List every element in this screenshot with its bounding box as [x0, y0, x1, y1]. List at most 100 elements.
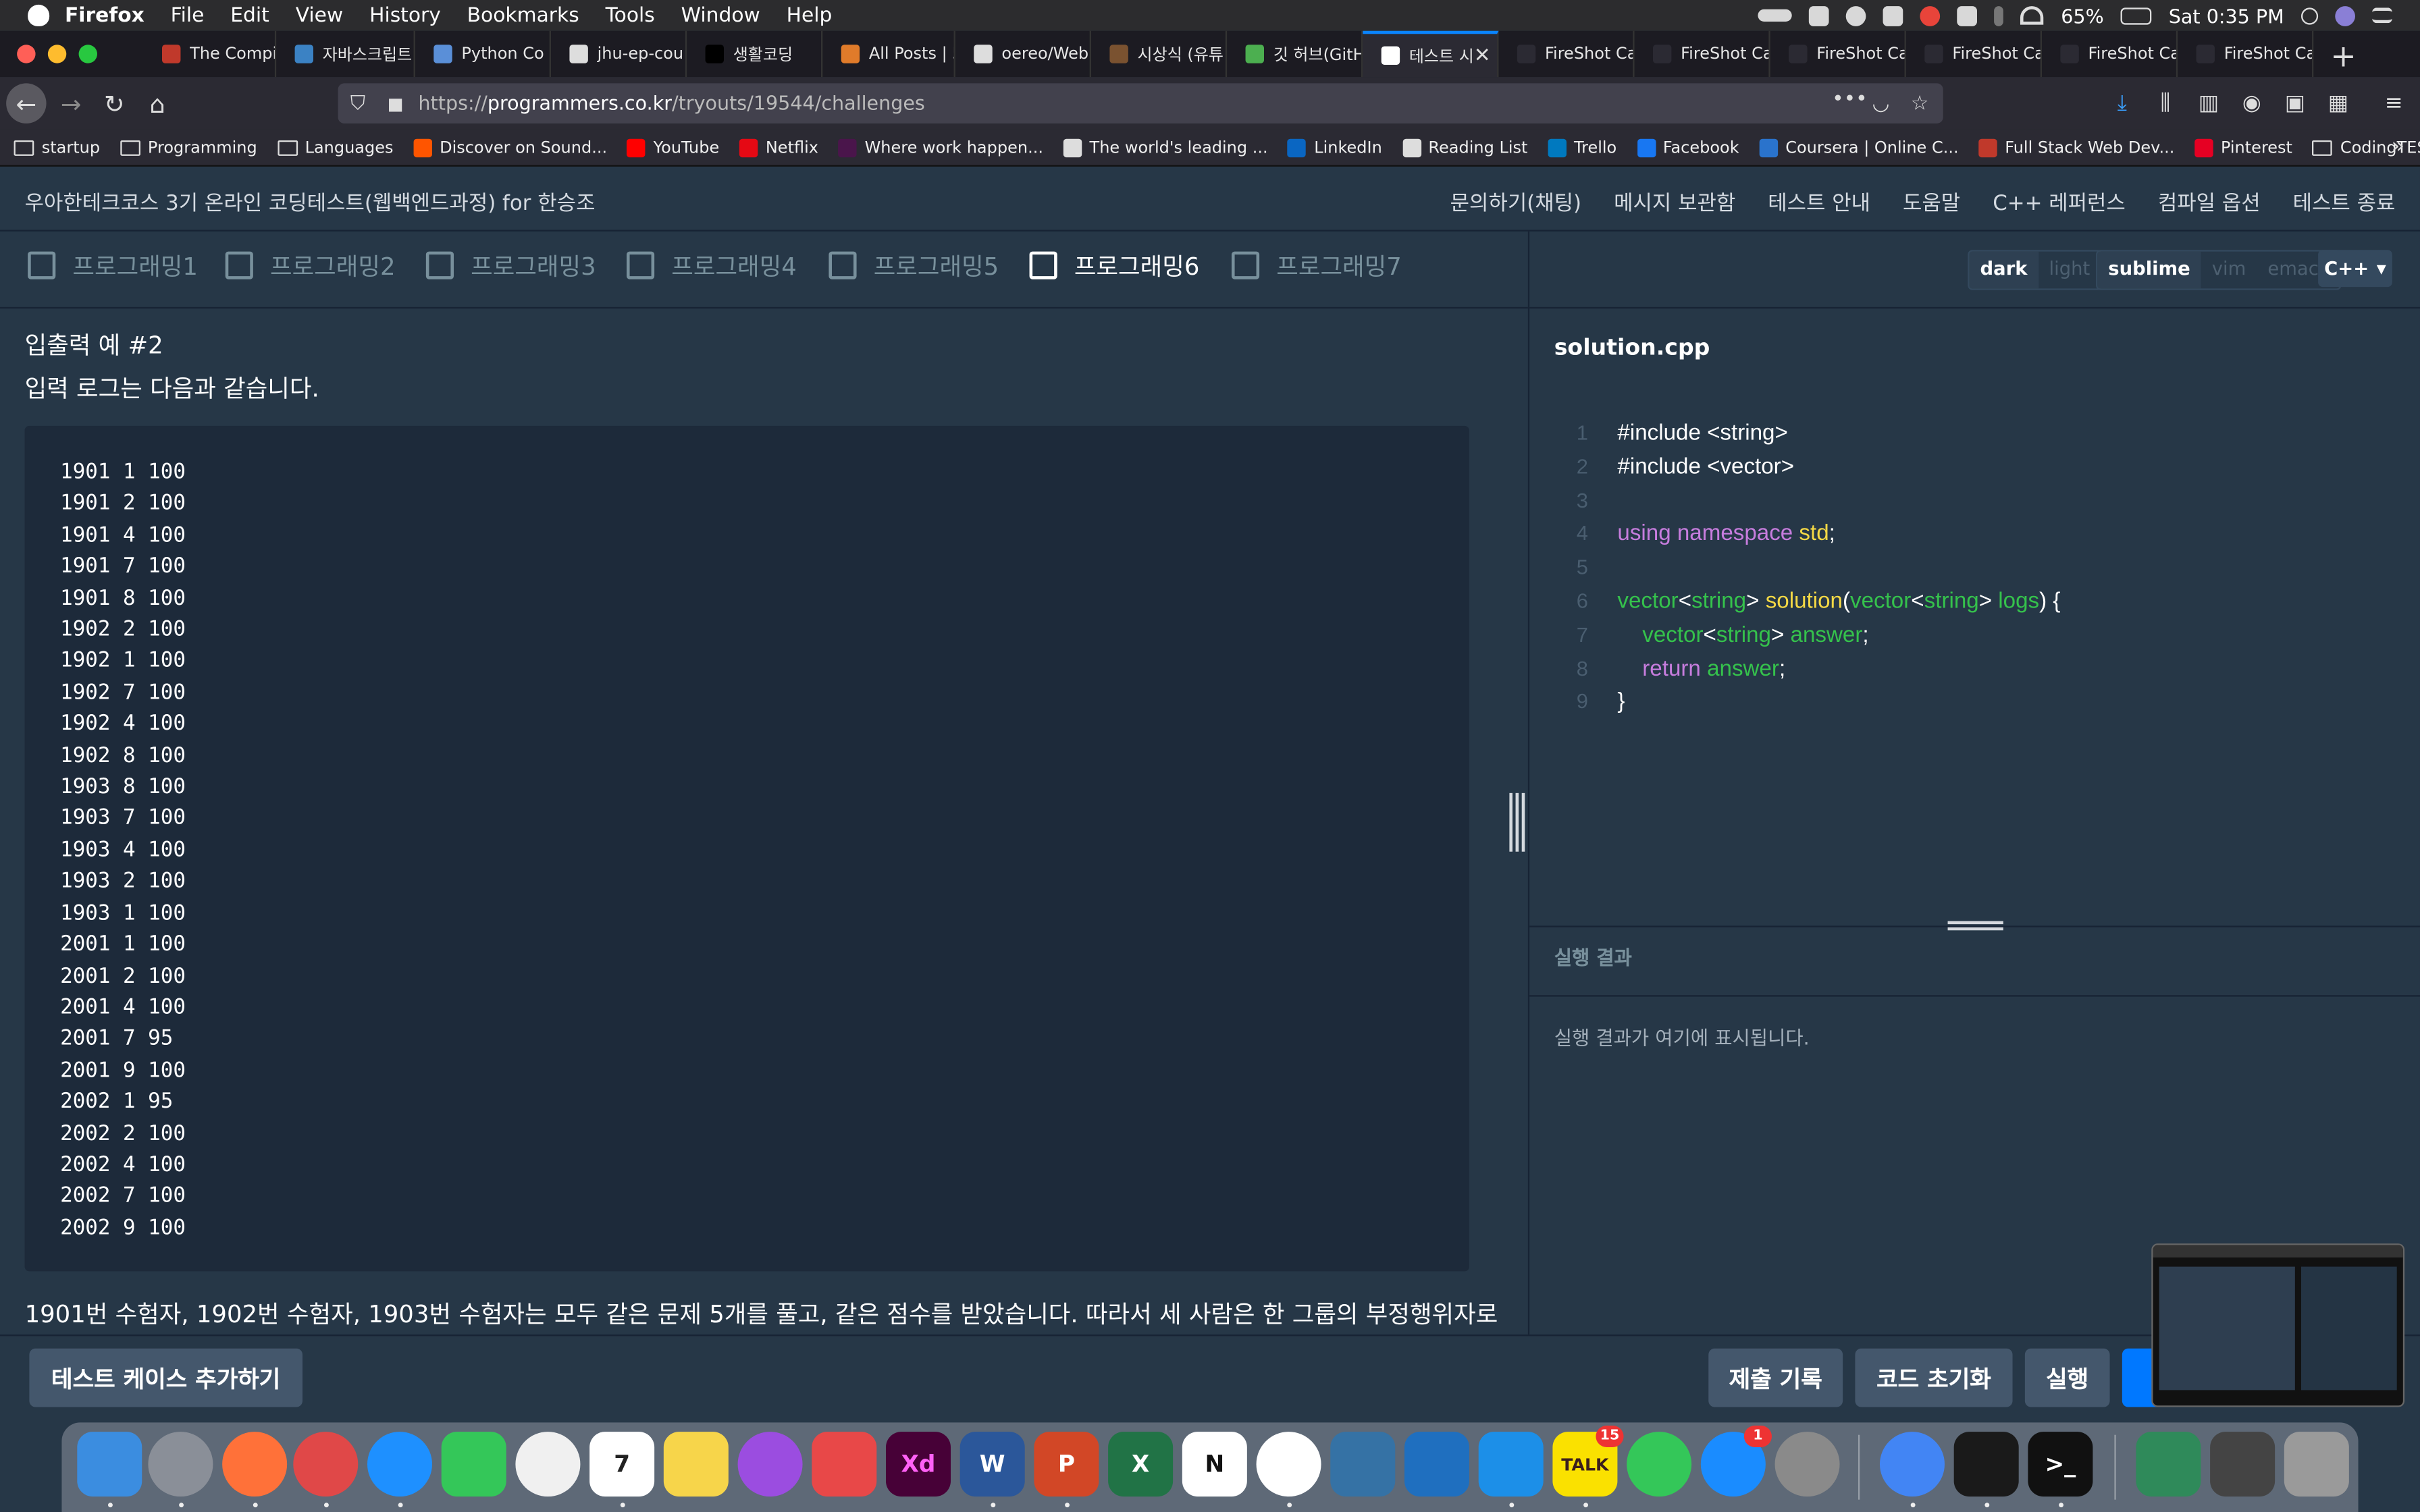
bookmark-item[interactable]: The world's leading ... — [1063, 138, 1268, 157]
bookmark-folder[interactable]: Programming — [120, 138, 257, 157]
browser-tab[interactable]: FireShot Captu — [1906, 30, 2042, 78]
browser-tab[interactable]: FireShot Captu — [1498, 30, 1635, 78]
adobe-xd-icon[interactable]: Xd — [885, 1432, 951, 1497]
menu-bookmarks[interactable]: Bookmarks — [467, 4, 579, 27]
terminal-icon[interactable]: >_ — [2028, 1432, 2093, 1497]
bookmark-item[interactable]: Full Stack Web Dev... — [1978, 138, 2174, 157]
launchpad-icon[interactable] — [148, 1432, 213, 1497]
menu-tools[interactable]: Tools — [606, 4, 655, 27]
calendar-icon[interactable]: 7 — [589, 1432, 655, 1497]
library-icon[interactable]: ⫼ — [2153, 91, 2178, 116]
podcasts-icon[interactable] — [737, 1432, 803, 1497]
new-tab-icon[interactable]: + — [2330, 37, 2356, 74]
menu-edit[interactable]: Edit — [230, 4, 269, 27]
battery-icon[interactable] — [2120, 7, 2152, 24]
add-testcase-button[interactable]: 테스트 케이스 추가하기 — [29, 1348, 302, 1407]
url-bar[interactable]: ⛉ ■ https://programmers.co.kr/tryouts/19… — [338, 83, 1943, 124]
browser-tab[interactable]: 자바스크립트 — [276, 30, 415, 78]
run-button[interactable]: 실행 — [2024, 1348, 2110, 1407]
control-center-icon[interactable] — [2372, 7, 2392, 24]
close-tab-icon[interactable]: ✕ — [1474, 44, 1491, 67]
page-actions-button[interactable]: ••• — [1832, 88, 1868, 111]
zoom-window-icon[interactable] — [78, 45, 97, 63]
pane-resize-handle[interactable] — [1506, 792, 1528, 852]
word-icon[interactable]: W — [959, 1432, 1025, 1497]
bookmark-item[interactable]: Pinterest — [2194, 138, 2292, 157]
bookmark-item[interactable]: Where work happen... — [838, 138, 1043, 157]
problem-tab[interactable]: 프로그래밍4 — [626, 248, 797, 282]
account-icon[interactable]: ◉ — [2240, 91, 2265, 116]
problem-tab[interactable]: 프로그래밍2 — [225, 248, 396, 282]
problem-tab[interactable]: 프로그래밍1 — [28, 248, 198, 282]
pocket-icon[interactable]: ◡ — [1872, 92, 1890, 115]
menu-firefox[interactable]: Firefox — [65, 4, 144, 27]
header-nav-link[interactable]: 컴파일 옵션 — [2158, 185, 2261, 216]
bookmark-star-icon[interactable]: ☆ — [1911, 92, 1929, 115]
problem-tab[interactable]: 프로그래밍6 — [1029, 248, 1199, 282]
documents-icon[interactable] — [2136, 1432, 2201, 1497]
code-editor[interactable]: 1 #include <string> 2 #include <vector> 3 4 us… — [1529, 416, 2420, 910]
siri-icon[interactable] — [2335, 5, 2355, 26]
browser-tab[interactable]: 깃 허브(GitH — [1227, 30, 1363, 78]
system-preferences-icon[interactable] — [1774, 1432, 1840, 1497]
menu-file[interactable]: File — [171, 4, 205, 27]
browser-tab[interactable]: 테스트 시 ✕ — [1363, 30, 1499, 78]
creative-cloud-icon[interactable] — [1846, 5, 1867, 26]
browser-tab[interactable]: The Compi — [144, 30, 277, 78]
photos-icon[interactable] — [515, 1432, 581, 1497]
bookmark-item[interactable]: Reading List — [1402, 138, 1527, 157]
chrome-icon[interactable] — [1879, 1432, 1945, 1497]
notes-icon[interactable] — [663, 1432, 729, 1497]
bookmark-item[interactable]: Facebook — [1636, 138, 1739, 157]
browser-tab[interactable]: FireShot Captu — [2042, 30, 2178, 78]
hamburger-menu-icon[interactable]: ≡ — [2382, 91, 2406, 116]
menu-window[interactable]: Window — [681, 4, 760, 27]
messages-icon[interactable] — [1627, 1432, 1692, 1497]
browser-tab[interactable]: 생활코딩 — [687, 30, 823, 78]
bookmark-item[interactable]: LinkedIn — [1288, 138, 1382, 157]
bookmark-folder[interactable]: Languages — [277, 138, 394, 157]
header-nav-link[interactable]: 테스트 종료 — [2293, 185, 2396, 216]
problem-tab[interactable]: 프로그래밍3 — [425, 248, 596, 282]
browser-tab[interactable]: Python Co — [415, 30, 551, 78]
submission-history-button[interactable]: 제출 기록 — [1708, 1348, 1843, 1407]
url-text[interactable]: https://programmers.co.kr/tryouts/19544/… — [418, 91, 924, 114]
header-nav-link[interactable]: 메시지 보관함 — [1614, 185, 1735, 216]
notion-icon[interactable]: N — [1182, 1432, 1247, 1497]
python-icon[interactable] — [1330, 1432, 1396, 1497]
browser-tab[interactable]: All Posts | 5 — [822, 30, 955, 78]
header-nav-link[interactable]: C++ 레퍼런스 — [1993, 185, 2126, 216]
browser-tab[interactable]: FireShot Captu — [1635, 30, 1770, 78]
bookmark-item[interactable]: Discover on Sound... — [413, 138, 607, 157]
theme-dark-option[interactable]: dark — [1969, 251, 2038, 289]
kakaotalk-icon[interactable]: TALK 15 — [1552, 1425, 1624, 1497]
reload-button[interactable]: ↻ — [96, 85, 133, 122]
browser-tab[interactable]: FireShot Captu — [1770, 30, 1906, 78]
problem-tab[interactable]: 프로그래밍5 — [828, 248, 999, 282]
keymap-vim-option[interactable]: vim — [2201, 252, 2257, 289]
lock-icon[interactable]: ■ — [388, 94, 404, 114]
language-select[interactable]: C++ ▼ — [2318, 250, 2392, 288]
extension-badge-icon[interactable]: ▦ — [2326, 91, 2351, 116]
home-button[interactable]: ⌂ — [139, 85, 176, 122]
notification-icon[interactable] — [1920, 5, 1941, 26]
clock[interactable]: Sat 0:35 PM — [2169, 4, 2284, 27]
browser-tab[interactable]: jhu-ep-cou — [551, 30, 687, 78]
spotlight-icon[interactable] — [2300, 7, 2319, 24]
xcode-icon[interactable] — [1478, 1432, 1544, 1497]
menu-help[interactable]: Help — [787, 4, 833, 27]
extension-icon[interactable]: ▣ — [2283, 91, 2308, 116]
reset-code-button[interactable]: 코드 초기화 — [1855, 1348, 2013, 1407]
bookmark-folder[interactable]: startup — [14, 138, 100, 157]
screenshot-icon[interactable] — [2210, 1432, 2276, 1497]
cloud-icon[interactable] — [1758, 9, 1793, 22]
minimize-window-icon[interactable] — [47, 45, 67, 63]
facetime-icon[interactable] — [441, 1432, 506, 1497]
back-button[interactable]: ← — [6, 83, 47, 124]
header-nav-link[interactable]: 문의하기(채팅) — [1450, 185, 1581, 216]
shield-icon[interactable]: ⛉ — [350, 92, 365, 115]
slack-icon[interactable] — [1256, 1432, 1321, 1497]
vscode-icon[interactable] — [1404, 1432, 1469, 1497]
screenshot-thumbnail[interactable] — [2151, 1243, 2405, 1407]
menu-history[interactable]: History — [369, 4, 441, 27]
